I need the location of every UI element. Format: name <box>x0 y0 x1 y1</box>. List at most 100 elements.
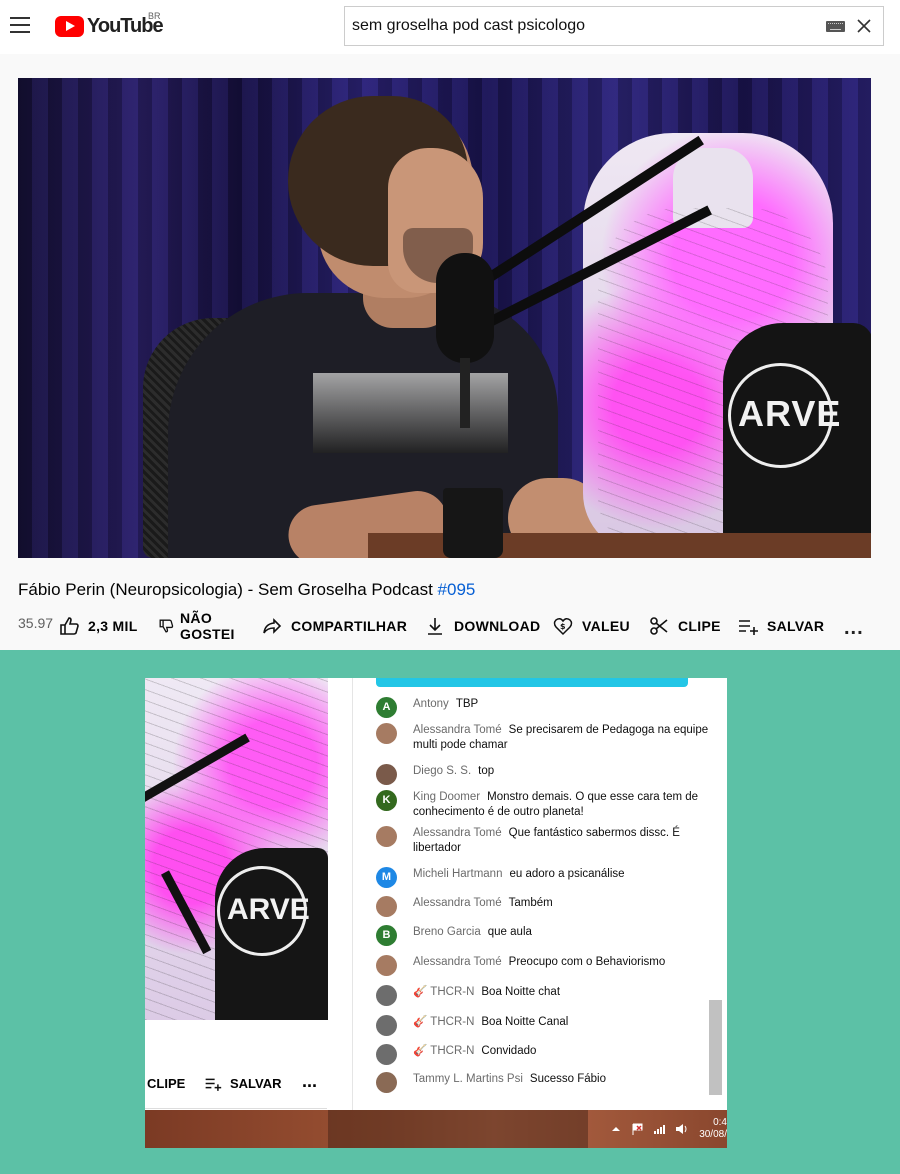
chat-author[interactable]: Breno Garcia <box>413 926 481 938</box>
avatar[interactable]: A <box>376 697 397 718</box>
avatar[interactable] <box>376 955 397 976</box>
taskbar-clock[interactable]: 0:4 30/08/ <box>697 1117 727 1141</box>
dislike-label-2: GOSTEI <box>180 626 235 642</box>
youtube-logo[interactable]: YouTube BR <box>55 11 164 38</box>
video-player-cropped[interactable]: ARVE <box>145 678 328 1020</box>
video-title: Fábio Perin (Neuropsicologia) - Sem Gros… <box>18 580 475 600</box>
chat-scrollbar[interactable] <box>709 1000 722 1095</box>
avatar[interactable]: K <box>376 790 397 811</box>
flag-alert-icon[interactable] <box>631 1123 645 1135</box>
clip-button[interactable]: CLIPE <box>648 605 721 647</box>
avatar[interactable] <box>376 985 397 1006</box>
chat-message: Tammy L. Martins Psi Sucesso Fábio <box>376 1072 711 1093</box>
avatar[interactable] <box>376 764 397 785</box>
chat-author[interactable]: Alessandra Tomé <box>413 956 502 968</box>
chat-message: A Antony TBP <box>376 697 711 718</box>
like-button[interactable]: 2,3 MIL <box>58 605 138 647</box>
avatar[interactable] <box>376 723 397 744</box>
clear-search-icon[interactable] <box>853 15 875 37</box>
chat-text: que aula <box>487 926 532 938</box>
chat-message: Alessandra Tomé Também <box>376 896 711 917</box>
search-input[interactable] <box>345 7 795 45</box>
chat-author[interactable]: King Doomer <box>413 791 480 803</box>
menu-icon[interactable] <box>10 17 30 33</box>
bag-logo-text: ARVE <box>227 893 310 926</box>
clip-label: CLIPE <box>678 618 721 634</box>
chat-message: K King Doomer Monstro demais. O que esse … <box>376 790 711 820</box>
dislike-label-1: NÃO <box>180 610 213 626</box>
clip-button[interactable]: CLIPE <box>147 1076 185 1091</box>
view-count: 35.97 <box>18 615 54 631</box>
avatar[interactable]: M <box>376 867 397 888</box>
chat-text: Preocupo com o Behaviorismo <box>508 956 666 968</box>
action-bar-cropped: CLIPE SALVAR ... <box>145 1071 335 1095</box>
more-actions-icon[interactable]: ... <box>302 1071 317 1092</box>
video-player[interactable]: ARVE <box>18 78 871 558</box>
country-code: BR <box>148 11 161 21</box>
volume-icon[interactable] <box>675 1123 689 1135</box>
chat-author[interactable]: Antony <box>413 698 449 710</box>
divider <box>145 1108 327 1109</box>
chevron-up-icon[interactable] <box>609 1123 623 1135</box>
save-button[interactable]: SALVAR <box>230 1076 282 1091</box>
heart-dollar-icon: $ <box>553 617 573 636</box>
youtube-play-icon <box>55 15 84 37</box>
playlist-add-icon[interactable] <box>204 1076 222 1091</box>
chat-author[interactable]: Alessandra Tomé <box>413 897 502 909</box>
thanks-button[interactable]: $ VALEU <box>552 605 630 647</box>
live-chat: A Antony TBP Alessandra Tomé Se precisarem… <box>352 678 727 1110</box>
mug <box>443 488 503 558</box>
chat-text: eu adoro a psicanálise <box>509 868 625 880</box>
chat-author[interactable]: Alessandra Tomé <box>413 827 502 839</box>
bag-logo-text: ARVE <box>738 393 842 434</box>
chat-message: 🎸 THCR-N Boa Noitte Canal <box>376 1015 711 1036</box>
chat-author[interactable]: Alessandra Tomé <box>413 724 502 736</box>
hashtag-link[interactable]: #095 <box>438 580 476 599</box>
youtube-page: YouTube BR ARVE <box>0 0 900 650</box>
avatar[interactable] <box>376 1072 397 1093</box>
chat-author[interactable]: 🎸 THCR-N <box>413 1045 474 1057</box>
thumbs-down-icon <box>159 619 174 633</box>
windows-taskbar: 0:4 30/08/ <box>145 1110 727 1148</box>
chat-author[interactable]: Micheli Hartmann <box>413 868 502 880</box>
cropped-screenshot: ARVE CLIPE SALVAR ... A Antony TBP Alessa… <box>145 678 727 1148</box>
chat-text: Também <box>508 897 553 909</box>
system-tray: 0:4 30/08/ <box>587 1110 727 1148</box>
avatar[interactable] <box>376 1044 397 1065</box>
chat-author[interactable]: Tammy L. Martins Psi <box>413 1073 523 1085</box>
avatar[interactable]: B <box>376 925 397 946</box>
chat-text: Boa Noitte Canal <box>481 1016 569 1028</box>
microphone-stem <box>460 358 470 428</box>
chat-message: B Breno Garcia que aula <box>376 925 711 946</box>
chat-author[interactable]: 🎸 THCR-N <box>413 986 474 998</box>
chat-message: M Micheli Hartmann eu adoro a psicanálise <box>376 867 711 888</box>
chat-message: Alessandra Tomé Se precisarem de Pedagoga… <box>376 723 711 753</box>
microphone <box>436 253 494 363</box>
chat-text: top <box>478 765 495 777</box>
download-button[interactable]: DOWNLOAD <box>424 605 540 647</box>
avatar[interactable] <box>376 826 397 847</box>
chat-message: 🎸 THCR-N Convidado <box>376 1044 711 1065</box>
keyboard-icon[interactable] <box>826 21 845 32</box>
like-count: 2,3 MIL <box>88 618 138 634</box>
chat-author[interactable]: 🎸 THCR-N <box>413 1016 474 1028</box>
chat-banner[interactable] <box>376 678 688 687</box>
chat-author[interactable]: Diego S. S. <box>413 765 471 777</box>
download-icon <box>428 618 442 635</box>
playlist-add-icon <box>739 620 758 635</box>
more-actions-icon[interactable]: ... <box>844 617 864 640</box>
avatar[interactable] <box>376 1015 397 1036</box>
dislike-button[interactable]: NÃO GOSTEI <box>158 605 235 647</box>
chat-message: Alessandra Tomé Preocupo com o Behavioris… <box>376 955 711 976</box>
download-label: DOWNLOAD <box>454 618 541 634</box>
share-button[interactable]: COMPARTILHAR <box>261 605 407 647</box>
avatar[interactable] <box>376 896 397 917</box>
clock-date: 30/08/ <box>699 1129 727 1140</box>
dislike-label: NÃO GOSTEI <box>180 610 235 642</box>
network-icon[interactable] <box>653 1123 667 1135</box>
save-button[interactable]: SALVAR <box>737 605 824 647</box>
chat-message: Diego S. S. top <box>376 764 711 785</box>
chat-text: TBP <box>455 698 479 710</box>
share-label: COMPARTILHAR <box>291 618 408 634</box>
chat-text: Boa Noitte chat <box>481 986 561 998</box>
